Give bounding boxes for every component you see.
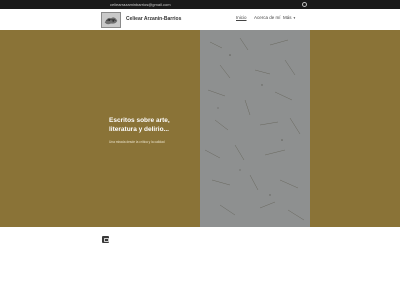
contact-email[interactable]: celiearrazaminbarrios@gmail.com (110, 1, 171, 8)
top-bar: celiearrazaminbarrios@gmail.com (0, 0, 400, 9)
chevron-down-icon: ▾ (293, 16, 296, 20)
instagram-icon[interactable] (302, 2, 307, 7)
site-logo[interactable] (101, 12, 121, 28)
hero-text: Escritos sobre arte, literatura y deliri… (109, 116, 189, 145)
site-header: Celiear Arzanin-Barrios Inicio Acerca de… (0, 9, 400, 30)
nav-item-inicio[interactable]: Inicio (236, 14, 247, 22)
hero-section: Escritos sobre arte, literatura y deliri… (0, 30, 400, 227)
site-title[interactable]: Celiear Arzanin-Barrios (126, 15, 181, 23)
chat-icon[interactable] (102, 236, 109, 243)
nav-item-mas[interactable]: Más ▾ (283, 14, 295, 22)
hero-title: Escritos sobre arte, literatura y deliri… (109, 117, 170, 133)
nav-item-mas-label: Más (283, 15, 292, 20)
page: celiearrazaminbarrios@gmail.com Celiear … (0, 0, 400, 300)
hero-image (200, 30, 310, 227)
hero-subtitle: Una mirada desde la crítica y la calidad (109, 140, 165, 144)
nav-item-acerca-de-mi[interactable]: Acerca de mí (254, 14, 281, 22)
